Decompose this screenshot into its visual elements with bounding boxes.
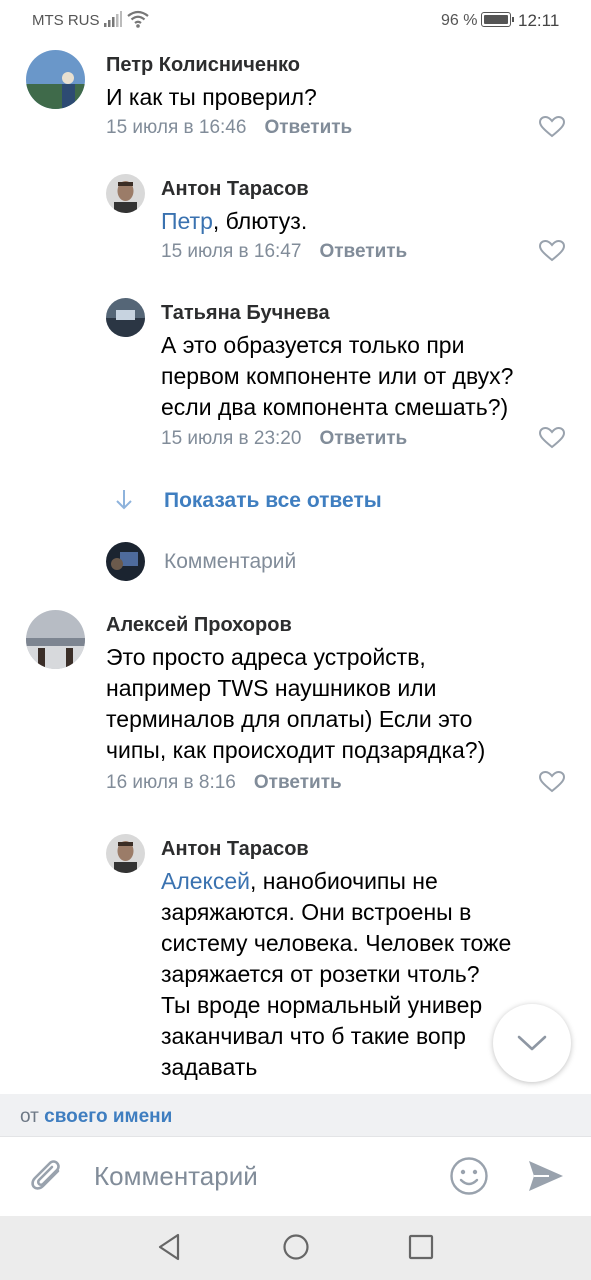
comment-text: И как ты проверил? (106, 82, 317, 113)
comment-text-line: терминалов для оплаты) Если это (106, 706, 473, 732)
battery-icon (481, 12, 514, 27)
comments-feed[interactable]: Петр Колисниченко И как ты проверил? 15 … (0, 42, 591, 1094)
comment-text-line: , блютуз. (212, 208, 308, 234)
comment-text-line: первом компоненте или от двух? (161, 363, 514, 389)
reply-comment-row[interactable]: Комментарий (0, 540, 591, 584)
home-icon[interactable] (281, 1232, 311, 1262)
mention-link[interactable]: Алексей (161, 868, 250, 894)
mention-link[interactable]: Петр (161, 208, 213, 234)
comment-date: 15 июля в 23:20 (161, 428, 302, 449)
show-all-replies-button[interactable]: Показать все ответы (0, 482, 591, 522)
system-nav-bar (0, 1216, 591, 1280)
avatar[interactable] (106, 834, 145, 873)
comment-date: 15 июля в 16:46 (106, 117, 247, 138)
battery-percent: 96 % (441, 12, 478, 29)
post-as-name[interactable]: своего имени (44, 1106, 172, 1127)
avatar[interactable] (26, 610, 85, 669)
emoji-icon[interactable] (449, 1156, 489, 1196)
show-all-replies-label[interactable]: Показать все ответы (164, 489, 382, 513)
back-icon[interactable] (156, 1232, 182, 1262)
comment-text-line: например TWS наушников или (106, 675, 437, 701)
carrier-name: MTS RUS (32, 12, 100, 29)
comment-author[interactable]: Татьяна Бучнева (161, 302, 330, 325)
like-heart-icon[interactable] (539, 427, 565, 449)
comment-date: 15 июля в 16:47 (161, 241, 302, 262)
reply-button[interactable]: Ответить (319, 428, 407, 449)
my-avatar (106, 542, 145, 581)
comment-author[interactable]: Антон Тарасов (161, 838, 309, 861)
comment-text-line: заряжается от розетки чтоль? (161, 961, 480, 987)
comment-text-line: систему человека. Человек тоже (161, 930, 512, 956)
chevron-down-icon (517, 1035, 547, 1051)
reply-button[interactable]: Ответить (254, 772, 342, 793)
comment-text-line: И как ты проверил? (106, 84, 317, 110)
comment-input[interactable]: Комментарий (94, 1161, 258, 1192)
comment-composer: Комментарий (0, 1136, 591, 1216)
comment-text-line: Ты вроде нормальный универ (161, 992, 483, 1018)
comment-text-line: заряжаются. Они встроены в (161, 899, 472, 925)
reply-button[interactable]: Ответить (319, 241, 407, 262)
comment-text-line: задавать (161, 1054, 258, 1080)
comment-text: А это образуется только при первом компо… (161, 330, 513, 423)
scroll-down-button[interactable] (493, 1004, 571, 1082)
comment-date: 16 июля в 8:16 (106, 772, 236, 793)
comment-text-line: если два компонента смешать?) (161, 394, 509, 420)
comment-author[interactable]: Петр Колисниченко (106, 54, 300, 77)
comment-meta: 15 июля в 16:46 Ответить (106, 117, 352, 139)
comment-meta: 15 июля в 16:47 Ответить (161, 241, 407, 263)
comment-meta: 15 июля в 23:20 Ответить (161, 428, 407, 450)
avatar[interactable] (26, 50, 85, 109)
comment-text-line: чипы, как происходит подзарядка?) (106, 737, 486, 763)
recents-icon[interactable] (407, 1232, 435, 1262)
post-as-label: от своего имени (20, 1106, 172, 1128)
comment-text-line: А это образуется только при (161, 332, 465, 358)
comment-author[interactable]: Антон Тарасов (161, 178, 309, 201)
clock: 12:11 (518, 11, 560, 30)
comment-text-line: , нанобиочипы не (250, 868, 438, 894)
comment-text-line: Это просто адреса устройств, (106, 644, 426, 670)
like-heart-icon[interactable] (539, 771, 565, 793)
post-as-prefix: от (20, 1106, 39, 1127)
comment-text: Алексей, нанобиочипы не заряжаются. Они … (161, 866, 511, 1083)
like-heart-icon[interactable] (539, 240, 565, 262)
signal-icon (104, 11, 122, 32)
like-heart-icon[interactable] (539, 116, 565, 138)
post-as-bar[interactable]: от своего имени (0, 1094, 591, 1136)
comment-meta: 16 июля в 8:16 Ответить (106, 772, 342, 794)
arrow-down-icon (116, 490, 132, 510)
reply-input[interactable]: Комментарий (164, 550, 296, 574)
wifi-icon (126, 9, 150, 34)
comment-text-line: заканчивал что б такие вопр (161, 1023, 466, 1049)
reply-button[interactable]: Ответить (264, 117, 352, 138)
comment-author[interactable]: Алексей Прохоров (106, 614, 292, 637)
comment-text: Петр, блютуз. (161, 206, 307, 237)
avatar[interactable] (106, 174, 145, 213)
send-icon[interactable] (527, 1158, 565, 1194)
comment-text: Это просто адреса устройств, например TW… (106, 642, 485, 766)
attach-icon[interactable] (28, 1157, 66, 1197)
avatar[interactable] (106, 298, 145, 337)
status-bar: MTS RUS 96 % 12:11 (0, 0, 591, 42)
